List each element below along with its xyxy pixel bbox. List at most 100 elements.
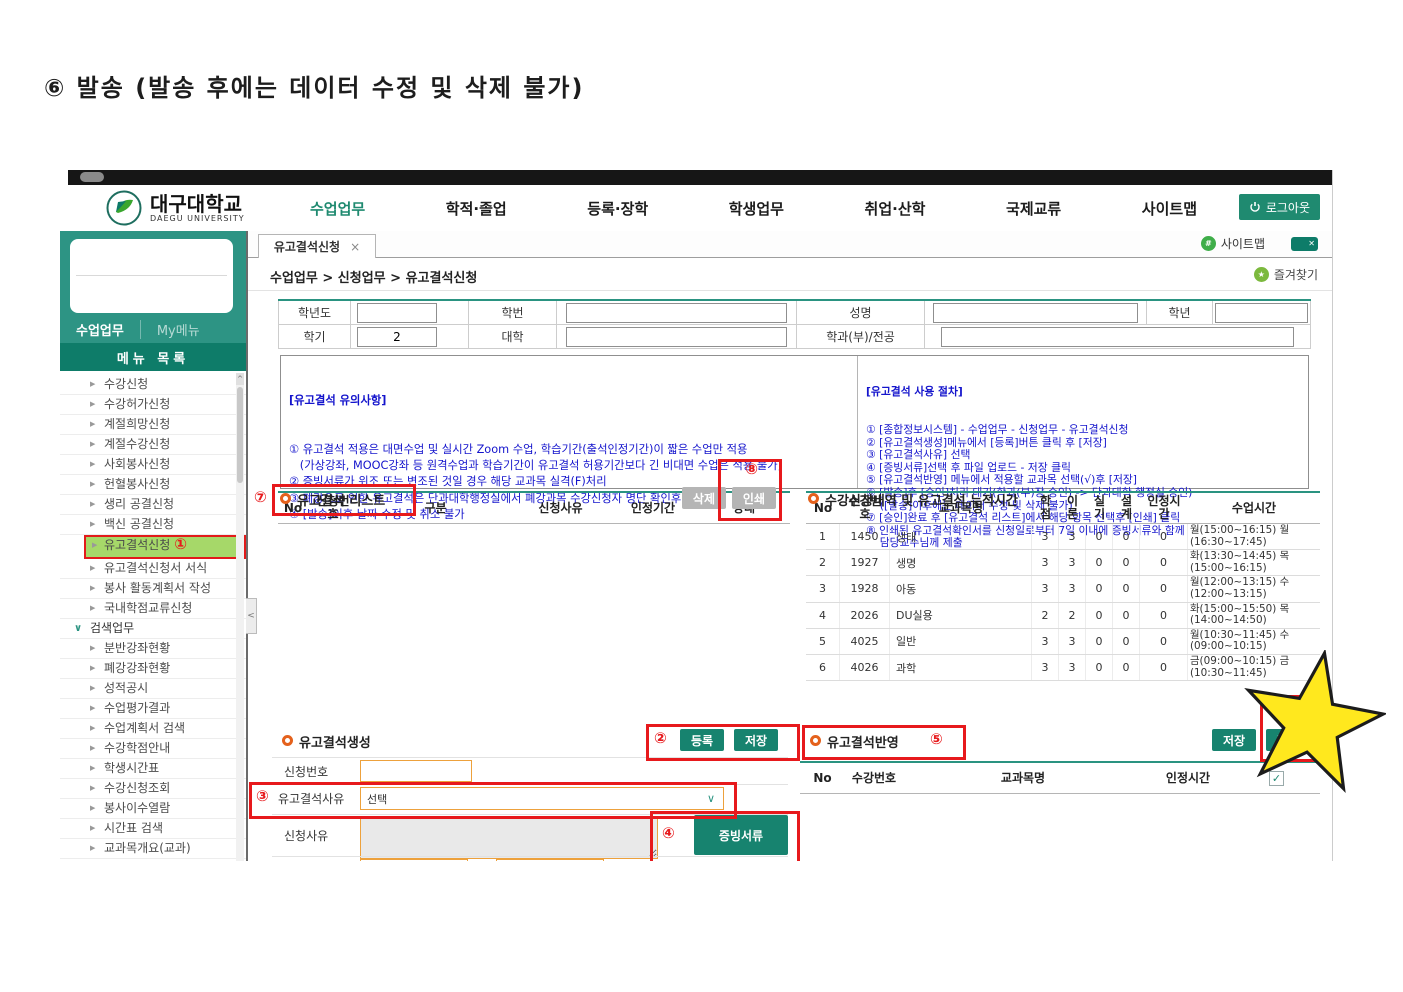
bullet-icon	[810, 735, 821, 746]
scrollbar-thumb[interactable]	[237, 387, 243, 483]
sidebar-menu-item[interactable]: ▶ 사회봉사신청	[60, 455, 246, 475]
sidebar-menu-item[interactable]: ▶ 수강허가신청	[60, 395, 246, 415]
sidebar-menu-item[interactable]: ▶ 수강신청조회	[60, 779, 246, 799]
page-title: ⑥ 발송 (발송 후에는 데이터 수정 및 삭제 불가)	[44, 74, 585, 102]
courses-title: 수강신청내역 및 유고결석 누적시간	[825, 494, 1018, 509]
arrow-icon: ▶	[90, 400, 96, 408]
sidebar-menu-item[interactable]: ▶ 성적공시	[60, 679, 246, 699]
nav-item[interactable]: 취업·산학	[865, 198, 926, 219]
select-all-checkbox[interactable]: ✓	[1269, 770, 1284, 786]
nav-item[interactable]: 학적·졸업	[446, 198, 507, 219]
sidebar-menu-item[interactable]: ▶취업정보조회	[60, 859, 246, 861]
name-input[interactable]	[933, 302, 1138, 323]
window-close-icon[interactable]: ✕	[1291, 236, 1318, 251]
annotation-marker-8: ⑧	[745, 460, 758, 478]
arrow-icon: ▶	[90, 500, 96, 508]
sitemap-link[interactable]: # 사이트맵	[1200, 235, 1265, 252]
attach-button[interactable]: 증빙서류	[694, 815, 788, 855]
sidebar-menu-item[interactable]: ▶ 유고결석신청서 서식	[60, 559, 246, 579]
period-end-input[interactable]: ▦	[496, 859, 604, 861]
sidebar-collapse-handle[interactable]: <	[246, 598, 257, 634]
sidebar-menu-item[interactable]: ▶ 수업평가결과	[60, 699, 246, 719]
arrow-icon: ▶	[90, 824, 96, 832]
sidebar-menu-item[interactable]: ▶ 계절희망신청	[60, 415, 246, 435]
notice-line: ③ [유고결석사유] 선택	[866, 448, 971, 462]
sidebar-menu-item[interactable]: ▶ 봉사 활동계획서 작성	[60, 579, 246, 599]
year-input[interactable]	[357, 302, 437, 323]
sidebar-menu-item[interactable]: ▶ 수강신청	[60, 375, 246, 395]
sidebar-menu-item[interactable]: ▶ 폐강강좌현황	[60, 659, 246, 679]
sidebar-menu-item[interactable]: ▶ 수강학점안내	[60, 739, 246, 759]
tab-absence-apply[interactable]: 유고결석신청 ×	[258, 234, 376, 258]
nav-item[interactable]: 학생업무	[729, 198, 784, 219]
table-row: 6 4026 과학 3 3 0 0 0 금(09:00~10:15) 금(10:…	[806, 654, 1320, 682]
scroll-up-icon[interactable]: ^	[236, 373, 244, 385]
register-button[interactable]: 등록	[680, 729, 725, 751]
college-input[interactable]	[565, 326, 788, 347]
sidebar-menu-item[interactable]: ▶ 수업계획서 검색	[60, 719, 246, 739]
tab-close-icon[interactable]: ×	[350, 240, 360, 254]
browser-topbar	[68, 170, 1332, 185]
university-name-en: DAEGU UNIVERSITY	[150, 213, 245, 223]
sidebar-scrollbar[interactable]: ^	[236, 373, 244, 861]
send-button[interactable]: 발송	[1266, 729, 1311, 751]
sidebar-menu-item[interactable]: ▶ 계절수강신청	[60, 435, 246, 455]
arrow-icon: ▶	[90, 420, 96, 428]
arrow-icon: ▶	[90, 744, 96, 752]
annotation-marker-3: ③	[256, 787, 269, 805]
print-button[interactable]: 인쇄	[731, 487, 776, 509]
reason-type-select[interactable]: 선택 ∨	[360, 787, 724, 810]
apply-no-label: 신청번호	[284, 765, 329, 779]
bullet-icon	[282, 735, 293, 746]
nav-item[interactable]: 국제교류	[1006, 198, 1061, 219]
sidebar-item-absence-apply[interactable]: ▶ 유고결석신청 ①	[84, 535, 246, 559]
arrow-icon: ▶	[90, 844, 96, 852]
label-semester: 학기	[278, 324, 351, 349]
university-logo: 대구대학교 DAEGU UNIVERSITY	[106, 190, 245, 226]
sidebar-menu-item[interactable]: ▶ 봉사이수열람	[60, 799, 246, 819]
apply-no-input[interactable]	[360, 760, 472, 782]
sidebar-menu-item[interactable]: ▶ 생리 공결신청	[60, 495, 246, 515]
student-no-input[interactable]	[565, 302, 788, 323]
sidebar-menu-item[interactable]: ▶ 분반강좌현황	[60, 639, 246, 659]
save-button[interactable]: 저장	[734, 729, 779, 751]
sidebar-section-search[interactable]: ∨ 검색업무	[60, 619, 246, 639]
label-year: 학년도	[278, 299, 351, 325]
bullet-icon	[280, 493, 291, 504]
label-major: 학과(부)/전공	[796, 324, 925, 349]
sidebar-tab-my[interactable]: My메뉴	[139, 319, 216, 339]
nav-item-active[interactable]: 수업업무	[310, 198, 365, 219]
user-info-box	[70, 239, 233, 313]
arrow-icon: ▶	[90, 664, 96, 672]
sidebar-menu-item[interactable]: ▶ 백신 공결신청	[60, 515, 246, 535]
create-title: 유고결석생성	[299, 736, 371, 751]
absence-list-title: 유고결석 리스트	[297, 494, 386, 509]
sidebar-menu-item[interactable]: ▶ 국내학점교류신청	[60, 599, 246, 619]
grade-input[interactable]	[1214, 302, 1309, 323]
reason-textarea[interactable]	[360, 817, 658, 859]
favorite-link[interactable]: ★ 즐겨찾기	[1253, 266, 1318, 283]
sidebar-menu-item[interactable]: ▶ 교과목개요(교과)	[60, 839, 246, 859]
absence-list-section: ⑦ 유고결석 리스트 삭제 인쇄 ⑧ No 신청번호 구분 신청사유 인정기간 …	[254, 459, 790, 524]
annotation-marker-6: ⑥	[1280, 697, 1293, 715]
sidebar-menu-item[interactable]: ▶ 헌혈봉사신청	[60, 475, 246, 495]
arrow-icon: ▶	[90, 644, 96, 652]
logout-button[interactable]: 로그아웃	[1238, 194, 1320, 220]
nav-item[interactable]: 사이트맵	[1142, 198, 1197, 219]
chevron-down-icon: ∨	[706, 792, 715, 805]
arrow-icon: ▶	[90, 520, 96, 528]
period-start-input[interactable]: ▦	[360, 859, 468, 861]
table-row: 1 1450 생태 3 3 0 0 0 월(15:00~16:15) 월(16:…	[806, 524, 1320, 551]
major-input[interactable]	[941, 326, 1294, 347]
sidebar-menu-item[interactable]: ▶ 시간표 검색	[60, 819, 246, 839]
annotation-marker-2: ②	[654, 729, 667, 747]
sidebar-tab-main[interactable]: 수업업무	[60, 320, 140, 339]
semester-input[interactable]	[357, 326, 437, 347]
apply-title: 유고결석반영	[827, 736, 899, 751]
nav-item[interactable]: 등록·장학	[587, 198, 648, 219]
save-button-apply[interactable]: 저장	[1212, 729, 1257, 751]
delete-button[interactable]: 삭제	[681, 487, 726, 509]
sidebar-menu-item[interactable]: ▶ 학생시간표	[60, 759, 246, 779]
table-row: 2 1927 생명 3 3 0 0 0 화(13:30~14:45) 목(15:…	[806, 550, 1320, 577]
notice-box: [유고결석 유의사항] ① 유고결석 적용은 대면수업 및 실시간 Zoom 수…	[280, 355, 1309, 549]
